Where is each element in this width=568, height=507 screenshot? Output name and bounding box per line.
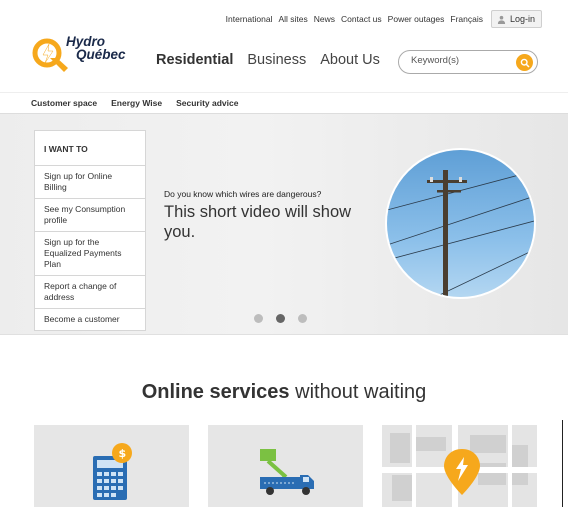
logo-text-line2: Québec	[76, 47, 126, 62]
login-label: Log-in	[509, 14, 535, 24]
online-services-heading: Online services without waiting	[0, 381, 568, 404]
carousel-dot-1[interactable]	[254, 314, 263, 323]
search-box	[398, 50, 538, 74]
online-services-heading-bold: Online services	[141, 381, 290, 403]
hydro-quebec-logo[interactable]: Hydro Québec	[30, 34, 140, 78]
hero-power-line-image[interactable]	[385, 148, 536, 299]
service-card-billing[interactable]: $	[34, 425, 189, 507]
i-want-to-panel: I WANT TO Sign up for Online Billing See…	[34, 130, 146, 331]
i-want-to-title: I WANT TO	[35, 131, 145, 166]
carousel-dot-2[interactable]	[276, 314, 285, 323]
subnav-customer-space[interactable]: Customer space	[31, 98, 97, 108]
i-want-to-item-become-customer[interactable]: Become a customer	[35, 309, 145, 330]
subnav-security-advice[interactable]: Security advice	[176, 98, 238, 108]
carousel-dots	[254, 314, 307, 323]
sub-navigation: Customer space Energy Wise Security advi…	[0, 92, 568, 114]
power-line-image	[387, 150, 534, 297]
map-pin-bolt-icon	[382, 425, 537, 507]
i-want-to-item-online-billing[interactable]: Sign up for Online Billing	[35, 166, 145, 199]
page-edge-divider	[562, 420, 563, 507]
calculator-dollar-icon: $	[93, 443, 132, 500]
topbar-link-francais[interactable]: Français	[450, 14, 483, 24]
search-input[interactable]	[411, 55, 501, 66]
topbar-link-power-outages[interactable]: Power outages	[388, 14, 445, 24]
service-card-outages[interactable]	[208, 425, 363, 507]
topbar-link-contact-us[interactable]: Contact us	[341, 14, 382, 24]
nav-residential[interactable]: Residential	[156, 52, 233, 68]
main-navigation: Residential Business About Us	[156, 52, 380, 68]
online-services-heading-rest: without waiting	[289, 381, 427, 403]
svg-text:$: $	[119, 447, 127, 460]
user-icon	[497, 15, 506, 24]
topbar-link-international[interactable]: International	[226, 14, 273, 24]
topbar-link-all-sites[interactable]: All sites	[278, 14, 307, 24]
service-card-outage-map[interactable]	[382, 425, 537, 507]
utility-bar: International All sites News Contact us …	[220, 10, 542, 28]
i-want-to-item-change-address[interactable]: Report a change of address	[35, 276, 145, 309]
hero-headline[interactable]: This short video will show you.	[164, 202, 379, 242]
login-button[interactable]: Log-in	[490, 10, 542, 28]
i-want-to-item-equalized-payments[interactable]: Sign up for the Equalized Payments Plan	[35, 232, 145, 276]
logo-q-bolt-icon	[32, 38, 68, 72]
search-button[interactable]	[516, 54, 533, 71]
topbar-link-news[interactable]: News	[314, 14, 335, 24]
bucket-truck-icon	[260, 449, 314, 495]
hero-message: Do you know which wires are dangerous? T…	[164, 189, 379, 242]
search-icon	[520, 58, 530, 68]
i-want-to-item-consumption-profile[interactable]: See my Consumption profile	[35, 199, 145, 232]
carousel-dot-3[interactable]	[298, 314, 307, 323]
nav-about-us[interactable]: About Us	[320, 52, 380, 68]
hero-subtitle: Do you know which wires are dangerous?	[164, 189, 322, 199]
nav-business[interactable]: Business	[247, 52, 306, 68]
subnav-energy-wise[interactable]: Energy Wise	[111, 98, 162, 108]
